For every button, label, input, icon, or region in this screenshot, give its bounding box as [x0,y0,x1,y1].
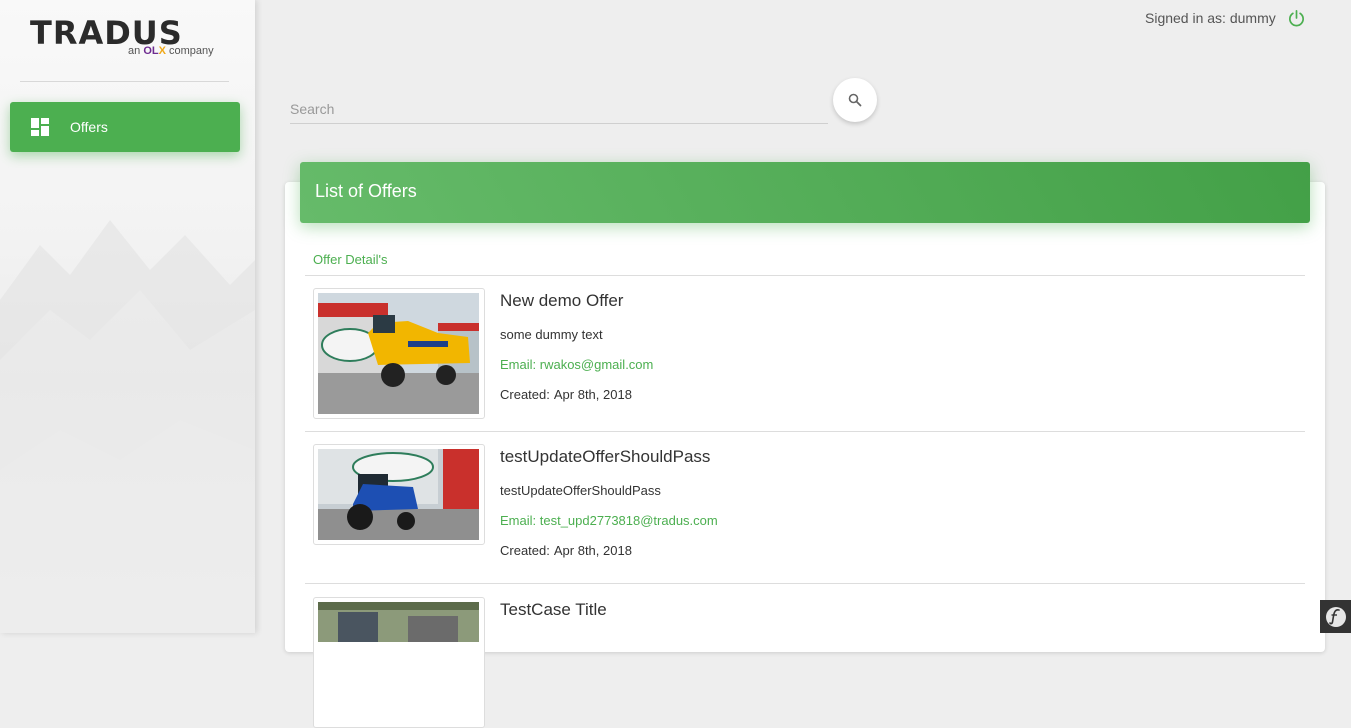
page-title: List of Offers [315,181,417,201]
vehicle-photo [318,602,479,642]
sidebar: TRADUS an OLX company Offers [0,0,255,633]
offer-title[interactable]: testUpdateOfferShouldPass [500,447,710,467]
search-button[interactable] [833,78,877,122]
offer-image[interactable] [313,288,485,419]
divider [305,275,1305,276]
sidebar-item-offers[interactable]: Offers [10,102,240,152]
offer-image[interactable] [313,444,485,545]
search-input[interactable] [290,95,828,124]
offers-card-header: List of Offers [300,162,1310,223]
offer-description: testUpdateOfferShouldPass [500,483,661,498]
logo-tagline: an OLX company [128,45,214,57]
offer-title[interactable]: TestCase Title [500,600,607,620]
power-icon[interactable] [1287,9,1306,28]
symfony-debug-badge[interactable] [1320,600,1351,633]
tradus-logo[interactable]: TRADUS an OLX company [30,14,225,64]
offer-email[interactable]: Email: test_upd2773818@tradus.com [500,513,718,528]
signed-in-label: Signed in as: dummy [1145,10,1276,26]
mountain-background [0,220,255,633]
offer-title[interactable]: New demo Offer [500,291,623,311]
search-icon [848,93,862,107]
divider [305,431,1305,432]
offer-created-date: Created: Apr 8th, 2018 [500,543,632,558]
offer-email[interactable]: Email: rwakos@gmail.com [500,357,653,372]
sidebar-item-label: Offers [70,119,108,135]
sidebar-divider [20,81,229,82]
divider [305,583,1305,584]
offer-description: some dummy text [500,327,603,342]
dashboard-icon [31,118,49,136]
offer-image[interactable] [313,597,485,728]
tractor-photo [318,449,479,540]
offer-created-date: Created: Apr 8th, 2018 [500,387,632,402]
combine-harvester-photo [318,293,479,414]
symfony-icon [1326,607,1346,627]
offer-details-column-header: Offer Detail's [313,252,388,267]
